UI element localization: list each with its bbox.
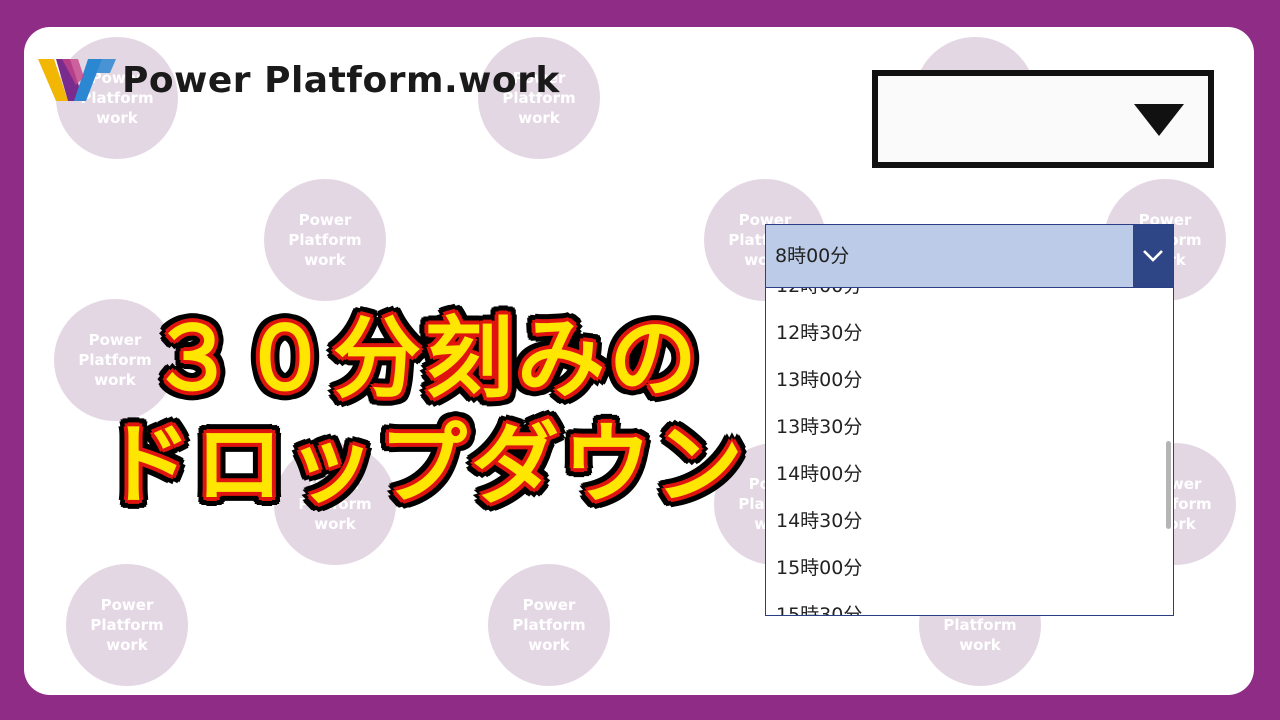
dropdown-option[interactable]: 13時00分: [766, 357, 1173, 404]
chevron-down-icon: [1143, 250, 1163, 262]
brand-logo: Power Platform.work: [38, 55, 560, 105]
dropdown-option[interactable]: 14時30分: [766, 498, 1173, 545]
dropdown-list[interactable]: 12時00分 12時30分 13時00分 13時30分 14時00分 14時30…: [765, 288, 1174, 616]
watermark: PowerPlatformwork: [264, 179, 386, 301]
dropdown-option[interactable]: 13時30分: [766, 404, 1173, 451]
dropdown-option[interactable]: 15時30分: [766, 592, 1173, 615]
time-dropdown[interactable]: 8時00分: [765, 224, 1174, 288]
large-select-box[interactable]: [872, 70, 1214, 168]
dropdown-options: 12時00分 12時30分 13時00分 13時30分 14時00分 14時30…: [766, 288, 1173, 615]
watermark: PowerPlatformwork: [488, 564, 610, 686]
dropdown-option[interactable]: 12時30分: [766, 310, 1173, 357]
dropdown-option[interactable]: 15時00分: [766, 545, 1173, 592]
dropdown-toggle-button[interactable]: [1133, 225, 1173, 287]
triangle-down-icon: [1134, 104, 1184, 136]
watermark: PowerPlatformwork: [66, 564, 188, 686]
brand-name: Power Platform.work: [122, 59, 560, 101]
dropdown-scrollbar[interactable]: [1166, 441, 1171, 529]
dropdown-option[interactable]: 14時00分: [766, 451, 1173, 498]
slide-card: Power Platform work Power Platform work Powe…: [24, 27, 1254, 695]
power-platform-logo-icon: [38, 59, 116, 101]
dropdown-selected-value: 8時00分: [775, 245, 850, 267]
dropdown-option[interactable]: 12時00分: [766, 288, 1173, 310]
